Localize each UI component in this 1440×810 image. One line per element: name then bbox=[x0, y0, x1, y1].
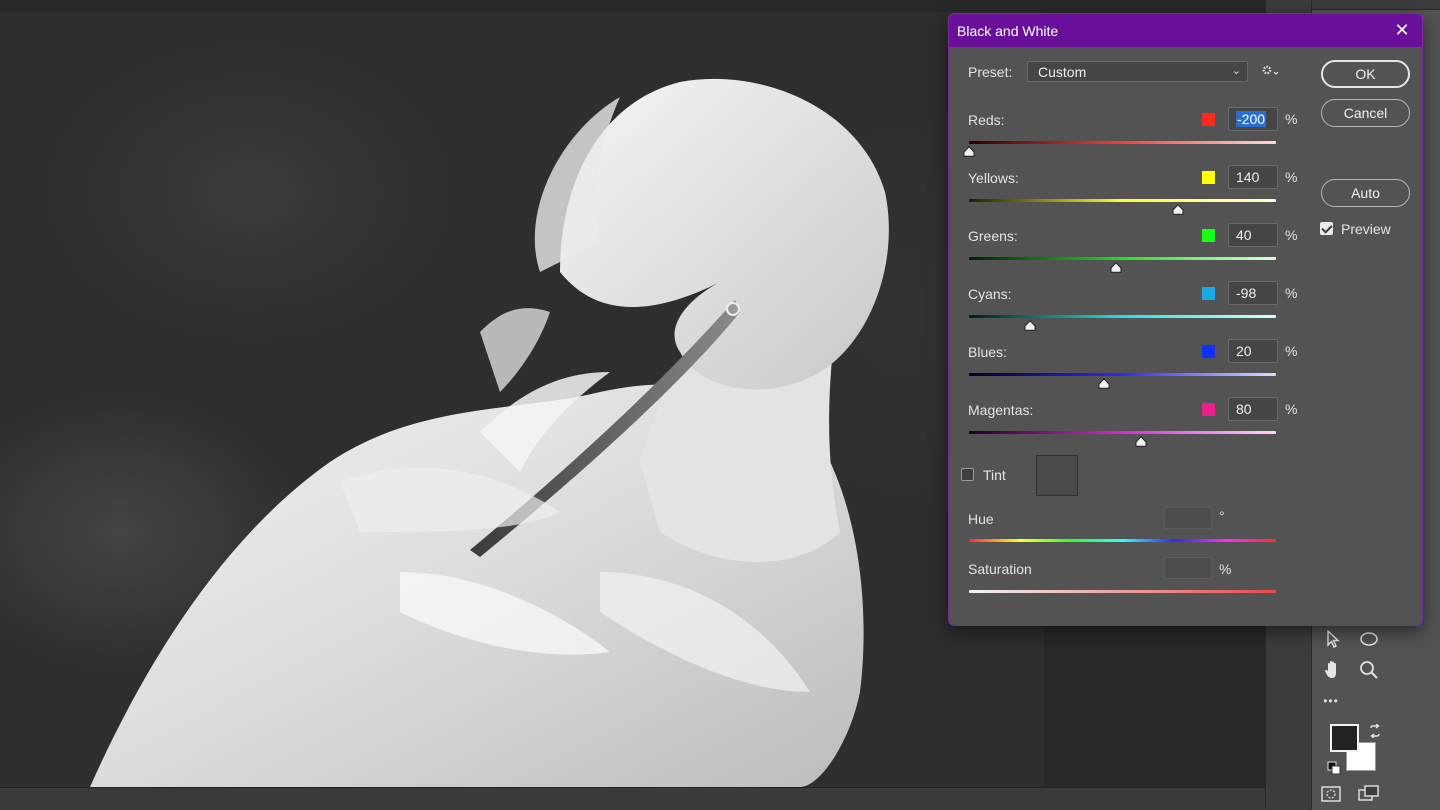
black-and-white-dialog: Black and White ✕ Preset: Custom ⌄ OK Ca… bbox=[948, 13, 1423, 626]
cancel-button[interactable]: Cancel bbox=[1321, 99, 1410, 127]
blues-label: Blues: bbox=[968, 344, 1007, 360]
reds-color-chip bbox=[1202, 113, 1215, 126]
yellows-color-chip bbox=[1202, 171, 1215, 184]
magentas-color-chip bbox=[1202, 403, 1215, 416]
saturation-unit: % bbox=[1219, 561, 1232, 577]
cyans-unit: % bbox=[1285, 285, 1298, 301]
yellows-slider-thumb[interactable] bbox=[1172, 202, 1184, 215]
tint-checkbox[interactable] bbox=[961, 468, 974, 481]
more-icon[interactable]: ••• bbox=[1318, 688, 1344, 714]
cyans-label: Cyans: bbox=[968, 286, 1012, 302]
preset-label: Preset: bbox=[968, 64, 1013, 80]
reds-unit: % bbox=[1285, 111, 1298, 127]
quick-mask-icon[interactable] bbox=[1318, 781, 1344, 807]
hue-slider-track[interactable] bbox=[969, 539, 1276, 542]
hand-icon[interactable] bbox=[1320, 657, 1346, 683]
saturation-input[interactable] bbox=[1164, 557, 1212, 579]
arrow-select-icon[interactable] bbox=[1320, 626, 1346, 652]
preview-checkbox[interactable] bbox=[1320, 222, 1333, 235]
screen-mode-icon[interactable] bbox=[1356, 781, 1382, 807]
foreground-color-swatch[interactable] bbox=[1330, 724, 1359, 752]
magentas-value: 80 bbox=[1236, 401, 1252, 417]
blues-color-chip bbox=[1202, 345, 1215, 358]
reds-slider-track[interactable] bbox=[969, 141, 1276, 144]
magentas-unit: % bbox=[1285, 401, 1298, 417]
magentas-slider-thumb[interactable] bbox=[1135, 434, 1147, 447]
gear-icon[interactable] bbox=[1261, 63, 1279, 82]
zoom-icon[interactable] bbox=[1356, 657, 1382, 683]
default-colors-icon[interactable] bbox=[1321, 755, 1347, 781]
yellows-slider-track[interactable] bbox=[969, 199, 1276, 202]
magentas-value-input[interactable]: 80 bbox=[1228, 397, 1278, 421]
ellipse-icon[interactable] bbox=[1356, 626, 1382, 652]
tint-label: Tint bbox=[983, 467, 1006, 483]
greens-value-input[interactable]: 40 bbox=[1228, 223, 1278, 247]
cyans-value: -98 bbox=[1236, 285, 1257, 301]
close-icon[interactable]: ✕ bbox=[1392, 20, 1412, 41]
reds-slider-thumb[interactable] bbox=[963, 144, 975, 157]
greens-slider-thumb[interactable] bbox=[1110, 260, 1122, 273]
auto-button[interactable]: Auto bbox=[1321, 179, 1410, 207]
blues-slider-track[interactable] bbox=[969, 373, 1276, 376]
blues-unit: % bbox=[1285, 343, 1298, 359]
cyans-value-input[interactable]: -98 bbox=[1228, 281, 1278, 305]
ok-button[interactable]: OK bbox=[1321, 60, 1410, 88]
reds-value: -200 bbox=[1236, 111, 1267, 127]
cyans-slider-track[interactable] bbox=[969, 315, 1276, 318]
saturation-label: Saturation bbox=[968, 561, 1032, 577]
greens-label: Greens: bbox=[968, 228, 1018, 244]
yellows-value-input[interactable]: 140 bbox=[1228, 165, 1278, 189]
greens-value: 40 bbox=[1236, 227, 1252, 243]
yellows-unit: % bbox=[1285, 169, 1298, 185]
hue-unit: ° bbox=[1219, 508, 1225, 524]
preset-dropdown[interactable]: Custom ⌄ bbox=[1027, 61, 1248, 82]
blues-slider-thumb[interactable] bbox=[1098, 376, 1110, 389]
tint-color-swatch[interactable] bbox=[1036, 455, 1078, 496]
cyans-color-chip bbox=[1202, 287, 1215, 300]
magentas-label: Magentas: bbox=[968, 402, 1034, 418]
saturation-slider-track[interactable] bbox=[969, 590, 1276, 593]
cyans-slider-thumb[interactable] bbox=[1024, 318, 1036, 331]
magentas-slider-track[interactable] bbox=[969, 431, 1276, 434]
reds-label: Reds: bbox=[968, 112, 1005, 128]
preview-label: Preview bbox=[1341, 221, 1391, 237]
greens-slider-track[interactable] bbox=[969, 257, 1276, 260]
status-bar bbox=[0, 787, 1265, 810]
greens-unit: % bbox=[1285, 227, 1298, 243]
dialog-title-bar[interactable]: Black and White ✕ bbox=[949, 14, 1422, 47]
blues-value-input[interactable]: 20 bbox=[1228, 339, 1278, 363]
dialog-title: Black and White bbox=[957, 23, 1059, 39]
yellows-label: Yellows: bbox=[968, 170, 1019, 186]
reds-value-input[interactable]: -200 bbox=[1228, 107, 1278, 131]
hue-label: Hue bbox=[968, 511, 994, 527]
panel-top-strip bbox=[1312, 0, 1440, 10]
yellows-value: 140 bbox=[1236, 169, 1260, 185]
preset-value: Custom bbox=[1038, 64, 1087, 80]
chevron-down-icon: ⌄ bbox=[1231, 65, 1241, 77]
blues-value: 20 bbox=[1236, 343, 1252, 359]
document-image[interactable] bbox=[0, 12, 1044, 787]
egret-photo bbox=[90, 78, 889, 787]
swap-colors-icon[interactable] bbox=[1362, 718, 1388, 744]
hue-input[interactable] bbox=[1164, 507, 1212, 529]
greens-color-chip bbox=[1202, 229, 1215, 242]
